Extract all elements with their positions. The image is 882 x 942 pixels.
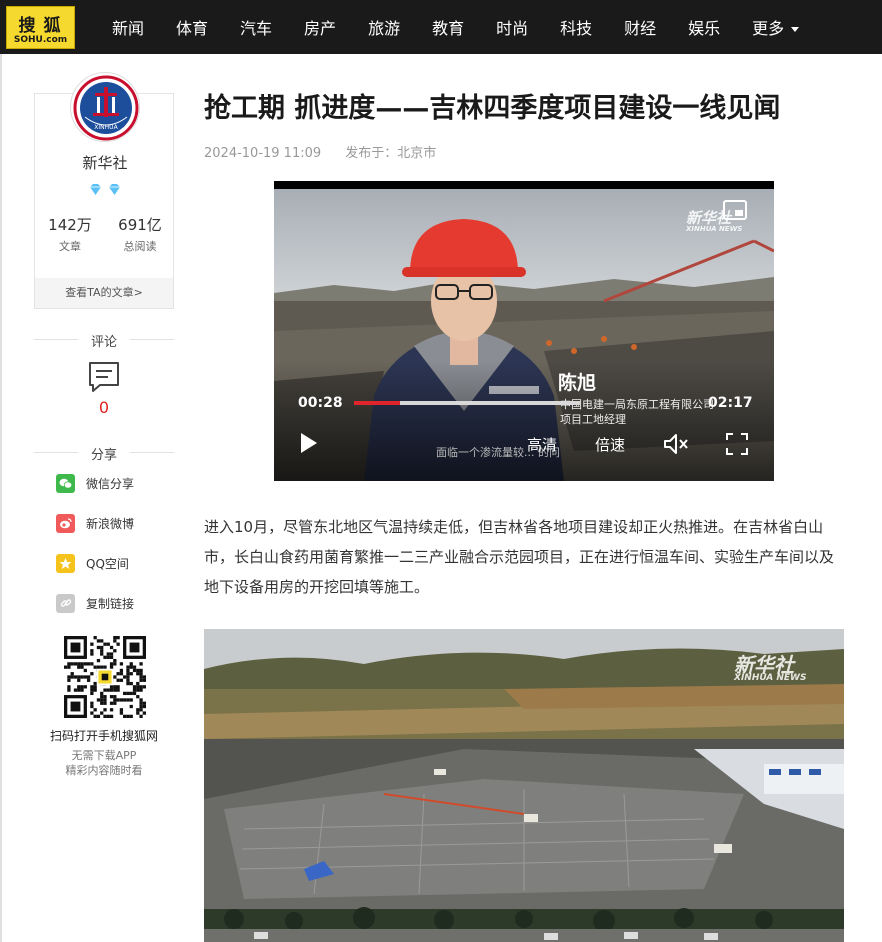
articles-count: 142万 xyxy=(48,216,92,234)
video-watermark-en: XINHUA NEWS xyxy=(686,225,743,233)
qzone-star-icon xyxy=(56,553,75,573)
speaker-name: 陈旭 xyxy=(558,372,597,394)
avatar-lettering: XINHUA xyxy=(94,124,118,131)
share-item-label: 微信分享 xyxy=(86,476,135,491)
reads-label: 总阅读 xyxy=(123,240,157,253)
sohu-logo[interactable]: 搜狐 SOHU.com xyxy=(6,6,75,49)
nav-item[interactable]: 科技 xyxy=(544,0,608,54)
photo-watermark-en: XINHUA NEWS xyxy=(734,673,807,683)
duration: 02:17 xyxy=(708,395,753,411)
nav-item[interactable]: 新闻 xyxy=(96,0,160,54)
author-avatar[interactable]: XINHUA xyxy=(70,72,140,142)
article-photo: 新华社 XINHUA NEWS xyxy=(204,629,844,942)
logo-domain: SOHU.com xyxy=(13,35,68,45)
nav-item[interactable]: 房产 xyxy=(288,0,352,54)
article-meta: 2024-10-19 11:09 发布于：北京市 xyxy=(204,142,456,161)
share-item-label: 新浪微博 xyxy=(86,516,135,531)
progress-fill xyxy=(354,401,401,405)
weibo-icon xyxy=(56,513,75,533)
mute-icon[interactable] xyxy=(663,433,689,455)
speed-button[interactable]: 倍速 xyxy=(595,434,625,455)
share-item-label: QQ空间 xyxy=(86,556,129,571)
nav-item[interactable]: 旅游 xyxy=(352,0,416,54)
articles-label: 文章 xyxy=(59,240,81,253)
qr-subtitle-1: 无需下载APP xyxy=(71,749,137,762)
nav-more-menu[interactable]: 更多 xyxy=(736,0,815,54)
link-icon xyxy=(56,593,75,613)
share-item[interactable]: QQ空间 xyxy=(56,553,129,573)
comment-icon[interactable] xyxy=(88,361,120,393)
wechat-icon xyxy=(56,473,75,493)
nav-item[interactable]: 体育 xyxy=(160,0,224,54)
stat-articles: 142万 文章 xyxy=(35,214,105,254)
reads-count: 691亿 xyxy=(118,216,162,234)
publish-date: 2024-10-19 11:09 xyxy=(204,146,322,161)
nav-more-label: 更多 xyxy=(752,19,785,38)
left-edge-divider xyxy=(0,54,2,942)
qr-subtitle-2: 精彩内容随时看 xyxy=(65,764,143,777)
nav-item[interactable]: 教育 xyxy=(416,0,480,54)
qr-caption: 扫码打开手机搜狐网 xyxy=(49,729,158,743)
stat-reads: 691亿 总阅读 xyxy=(105,214,175,254)
article-title: 抢工期 抓进度——吉林四季度项目建设一线见闻 xyxy=(204,93,781,124)
author-name[interactable]: 新华社 xyxy=(35,152,175,173)
speaker-org: 中国电建一局东原工程有限公司 xyxy=(560,398,714,411)
share-item-label: 复制链接 xyxy=(86,596,135,611)
nav-item[interactable]: 财经 xyxy=(608,0,672,54)
current-time: 00:28 xyxy=(298,395,343,411)
xinhua-logo-icon: XINHUA xyxy=(72,74,139,141)
view-author-articles-link[interactable]: 查看TA的文章> xyxy=(35,278,173,308)
nav-item[interactable]: 时尚 xyxy=(480,0,544,54)
nav-item[interactable]: 娱乐 xyxy=(672,0,736,54)
video-player[interactable]: 新华社 XINHUA NEWS xyxy=(274,181,774,481)
comments-section-title: 评论 xyxy=(34,331,174,350)
comment-count[interactable]: 0 xyxy=(34,398,174,417)
progress-bar[interactable] xyxy=(354,401,580,405)
main-nav: 新闻 体育 汽车 房产 旅游 教育 时尚 科技 财经 娱乐 更多 xyxy=(96,0,815,54)
publish-location: 发布于：北京市 xyxy=(345,146,437,161)
qr-code-image xyxy=(64,636,146,718)
top-navigation-bar: 搜狐 SOHU.com 新闻 体育 汽车 房产 旅游 教育 时尚 科技 财经 娱乐 更多 xyxy=(0,0,882,54)
play-icon[interactable] xyxy=(300,432,318,454)
chevron-down-icon xyxy=(791,27,800,32)
author-card: XINHUA 新华社 142万 文章 691亿 总阅读 查看TA的文章> xyxy=(34,72,175,309)
share-section-title: 分享 xyxy=(34,444,174,463)
speaker-role: 项目工地经理 xyxy=(560,413,626,426)
article-paragraph: 进入10月，尽管东北地区气温持续走低，但吉林省各地项目建设却正火热推进。在吉林省… xyxy=(204,518,835,596)
share-item[interactable]: 新浪微博 xyxy=(56,513,134,533)
nav-item[interactable]: 汽车 xyxy=(224,0,288,54)
share-item[interactable]: 复制链接 xyxy=(56,593,134,613)
verified-diamond-icon xyxy=(90,184,120,195)
quality-button[interactable]: 高清 xyxy=(527,434,557,455)
logo-text: 搜狐 xyxy=(18,16,69,36)
fullscreen-icon[interactable] xyxy=(726,433,748,455)
share-item[interactable]: 微信分享 xyxy=(56,473,134,493)
